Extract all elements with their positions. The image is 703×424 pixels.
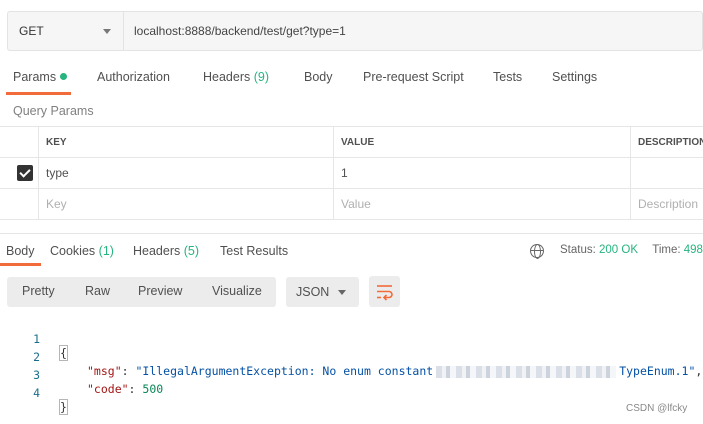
tab-headers[interactable]: Headers (9) [203,70,269,84]
raw-button[interactable]: Raw [85,284,110,298]
tab-headers-count: (9) [253,70,270,84]
time-label: Time: [652,244,681,256]
response-tab-headers-count: (5) [183,244,200,258]
wrap-lines-icon [377,285,393,301]
tab-params-label: Params [13,70,57,84]
header-description: DESCRIPTION [630,127,703,157]
section-divider [0,233,703,234]
tab-pre-request-script-label: Pre-request Script [363,70,464,84]
chevron-down-icon [103,29,111,34]
table-row-new: Key Value Description [0,189,703,220]
method-select[interactable]: GET [8,12,124,50]
code-line: 1 { [0,318,703,361]
header-value: VALUE [333,127,630,157]
tab-tests-label: Tests [493,70,523,84]
response-tab-test-results-label: Test Results [220,244,289,258]
param-description-cell[interactable] [630,158,703,188]
method-label: GET [19,24,44,38]
line-number: 4 [33,386,40,400]
tab-headers-label: Headers [203,70,251,84]
param-key-cell[interactable]: type [38,158,333,188]
active-tab-indicator [6,92,71,95]
tab-pre-request-script[interactable]: Pre-request Script [363,70,464,84]
response-tab-test-results[interactable]: Test Results [220,244,288,258]
response-tab-body[interactable]: Body [6,244,35,258]
header-key: KEY [38,127,333,157]
preview-button[interactable]: Preview [138,284,182,298]
wrap-lines-button[interactable] [369,276,400,307]
format-select[interactable]: JSON [286,277,359,307]
new-value-input[interactable]: Value [333,189,630,219]
url-text: localhost:8888/backend/test/get?type=1 [134,24,346,38]
watermark: CSDN @lfcky [626,403,688,414]
tab-settings-label: Settings [552,70,598,84]
tab-params[interactable]: Params [13,70,68,84]
header-checkbox-cell [0,127,38,157]
pretty-button[interactable]: Pretty [22,284,55,298]
close-brace: } [59,399,68,415]
response-tab-cookies-count: (1) [98,244,114,258]
format-button-group: Pretty Raw Preview Visualize [7,277,276,307]
response-tab-headers-label: Headers [133,244,181,258]
status-info: Status: 200 OK Time: 498 [560,244,703,256]
format-select-label: JSON [296,285,330,299]
globe-icon[interactable] [530,244,544,259]
new-row-checkbox-cell [0,189,38,219]
tab-body[interactable]: Body [304,70,333,84]
query-params-title: Query Params [13,104,94,118]
row-checkbox-cell [0,158,38,188]
param-value-cell[interactable]: 1 [333,158,630,188]
code-line: 3 "code": 500 [0,354,703,396]
response-active-tab-indicator [0,263,41,266]
tab-tests[interactable]: Tests [493,70,522,84]
query-params-table: KEY VALUE DESCRIPTION type 1 Key Value D… [0,126,703,220]
params-active-dot [60,73,68,80]
code-line: 4 } [0,372,703,415]
visualize-button[interactable]: Visualize [212,284,262,298]
new-description-input[interactable]: Description [630,189,703,219]
checkbox-checked-icon[interactable] [17,165,33,181]
request-bar: GET localhost:8888/backend/test/get?type… [7,11,703,51]
response-tab-cookies[interactable]: Cookies (1) [50,244,114,258]
tab-body-label: Body [304,70,333,84]
request-tabs: Params Authorization Headers (9) Body Pr… [0,67,703,95]
tab-settings[interactable]: Settings [552,70,597,84]
status-label: Status: [560,244,596,256]
response-tab-body-label: Body [6,244,35,258]
code-line: 2 "msg": "IllegalArgumentException: No e… [0,336,703,378]
table-row: type 1 [0,158,703,189]
tab-authorization-label: Authorization [97,70,170,84]
table-header-row: KEY VALUE DESCRIPTION [0,127,703,158]
time-value: 498 [683,244,703,256]
tab-authorization[interactable]: Authorization [97,70,170,84]
response-tab-headers[interactable]: Headers (5) [133,244,199,258]
url-input[interactable]: localhost:8888/backend/test/get?type=1 [124,12,702,50]
response-tab-cookies-label: Cookies [50,244,96,258]
status-value: 200 OK [599,244,639,256]
chevron-down-icon [338,290,346,295]
new-key-input[interactable]: Key [38,189,333,219]
